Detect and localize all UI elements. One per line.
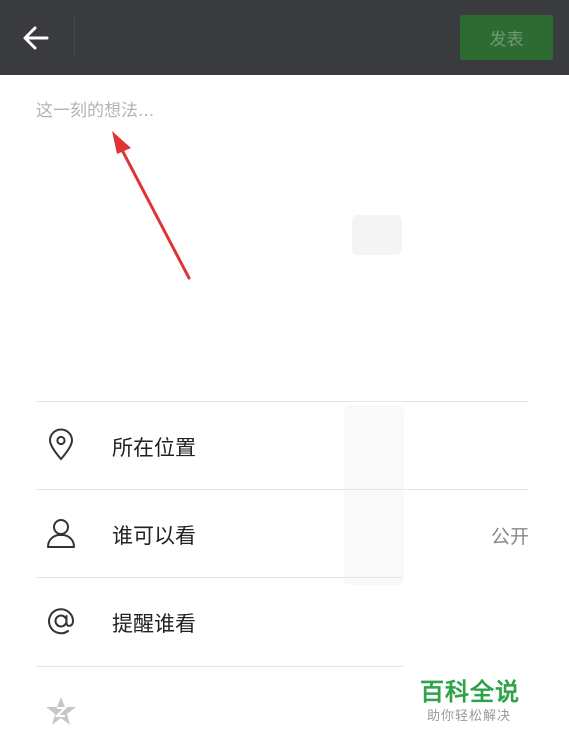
location-pin-icon xyxy=(48,428,74,461)
watermark-subtitle: 助你轻松解决 xyxy=(427,709,512,724)
location-label: 所在位置 xyxy=(112,436,196,460)
person-icon xyxy=(47,519,75,548)
at-icon xyxy=(48,608,75,635)
location-row[interactable]: 所在位置 xyxy=(36,401,529,490)
mention-label: 提醒谁看 xyxy=(112,612,196,636)
visibility-value: 公开 xyxy=(490,526,529,548)
watermark-title: 百科全说 xyxy=(420,678,520,706)
visibility-label: 谁可以看 xyxy=(112,524,196,548)
star-icon[interactable] xyxy=(44,694,78,728)
mention-row[interactable]: 提醒谁看 xyxy=(36,577,403,667)
visibility-row[interactable]: 谁可以看 公开 xyxy=(36,489,529,578)
